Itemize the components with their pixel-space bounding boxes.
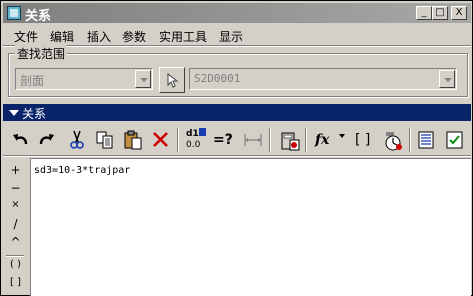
- close-button[interactable]: X: [451, 6, 467, 20]
- info-badge-icon: [199, 128, 206, 136]
- operator-brackets[interactable]: [ ]: [3, 277, 28, 288]
- window-title: 关系: [25, 9, 52, 24]
- pointer-arrow-icon: [167, 73, 179, 88]
- toolbar-separator: [269, 128, 271, 152]
- chevron-down-icon[interactable]: [339, 134, 345, 138]
- menu-insert[interactable]: 插入: [87, 28, 111, 45]
- delete-x-icon: [153, 132, 168, 147]
- relations-editor[interactable]: sd3=10-3*trajpar: [30, 158, 471, 296]
- scissors-icon: [70, 130, 84, 149]
- cut-button[interactable]: [65, 127, 89, 153]
- operator-multiply[interactable]: ×: [3, 199, 28, 210]
- operator-minus[interactable]: −: [3, 181, 28, 195]
- scope-id-select[interactable]: S2D0001: [189, 68, 457, 90]
- toolbar-separator: [409, 128, 411, 152]
- sort-relations-button[interactable]: [415, 127, 439, 153]
- undo-icon: [13, 134, 28, 145]
- dimension-icon: [244, 134, 262, 146]
- relations-section-header[interactable]: 关系: [3, 104, 471, 121]
- chevron-down-icon[interactable]: [439, 70, 455, 88]
- toolbar-separator: [177, 128, 179, 152]
- units-bottom-label: 0.0: [186, 140, 201, 150]
- verify-relations-button[interactable]: =?: [213, 132, 233, 148]
- menu-edit[interactable]: 编辑: [50, 28, 74, 45]
- copy-icon: [96, 131, 113, 149]
- copy-button[interactable]: [93, 127, 117, 153]
- undo-button[interactable]: [9, 127, 33, 153]
- clipboard-icon: [124, 130, 142, 150]
- dimension-button[interactable]: [241, 127, 265, 153]
- app-icon: [7, 6, 21, 20]
- operator-separator: [6, 255, 24, 257]
- scope-type-value: 剖面: [20, 74, 45, 88]
- relation-line: sd3=10-3*trajpar: [34, 165, 131, 176]
- menu-display[interactable]: 显示: [219, 28, 243, 45]
- menu-bar: 文件 编辑 插入 参数 实用工具 显示: [3, 25, 471, 45]
- paste-button[interactable]: [121, 127, 145, 153]
- evaluate-button[interactable]: [277, 127, 301, 153]
- menu-utilities[interactable]: 实用工具: [159, 28, 207, 45]
- operator-divide[interactable]: /: [3, 217, 28, 231]
- verify-button[interactable]: [443, 127, 467, 153]
- toolbar-separator-line: [3, 155, 471, 157]
- switch-units-button[interactable]: d1 0.0: [183, 127, 207, 153]
- parameters-button[interactable]: [381, 127, 405, 153]
- calculator-icon: [281, 132, 300, 151]
- toolbar-separator: [305, 128, 307, 152]
- operator-power[interactable]: ^: [3, 235, 28, 249]
- redo-icon: [39, 134, 54, 145]
- insert-brackets-button[interactable]: [ ]: [355, 132, 370, 148]
- title-bar[interactable]: 关系 _ □ X: [3, 3, 471, 24]
- menu-separator: [3, 45, 471, 47]
- scope-id-value: S2D0001: [194, 72, 241, 85]
- operator-parentheses[interactable]: ( ): [3, 259, 28, 270]
- redo-button[interactable]: [35, 127, 59, 153]
- relations-window: 关系 _ □ X 文件 编辑 插入 参数 实用工具 显示 查找范围 剖面 S2D…: [0, 0, 473, 296]
- minimize-button[interactable]: _: [416, 6, 432, 20]
- menu-parameters[interactable]: 参数: [122, 28, 146, 45]
- menu-file[interactable]: 文件: [14, 28, 38, 45]
- select-pointer-button[interactable]: [159, 67, 185, 93]
- units-top-label: d1: [186, 129, 199, 139]
- collapse-triangle-icon[interactable]: [9, 110, 19, 116]
- relations-toolbar: d1 0.0 =? fx [ ]: [3, 124, 471, 156]
- operator-plus[interactable]: +: [3, 163, 28, 177]
- scope-type-select[interactable]: 剖面: [15, 68, 153, 90]
- operator-column: + − × / ^ ( ) [ ]: [3, 157, 28, 295]
- checkbox-icon: [446, 131, 463, 149]
- section-label: 关系: [22, 107, 47, 121]
- maximize-button[interactable]: □: [432, 6, 448, 20]
- chevron-down-icon[interactable]: [135, 70, 151, 88]
- list-icon: [418, 131, 434, 149]
- clock-icon: [385, 132, 402, 151]
- insert-function-button[interactable]: fx: [315, 132, 329, 148]
- delete-button[interactable]: [149, 127, 173, 153]
- search-scope-label: 查找范围: [15, 45, 68, 62]
